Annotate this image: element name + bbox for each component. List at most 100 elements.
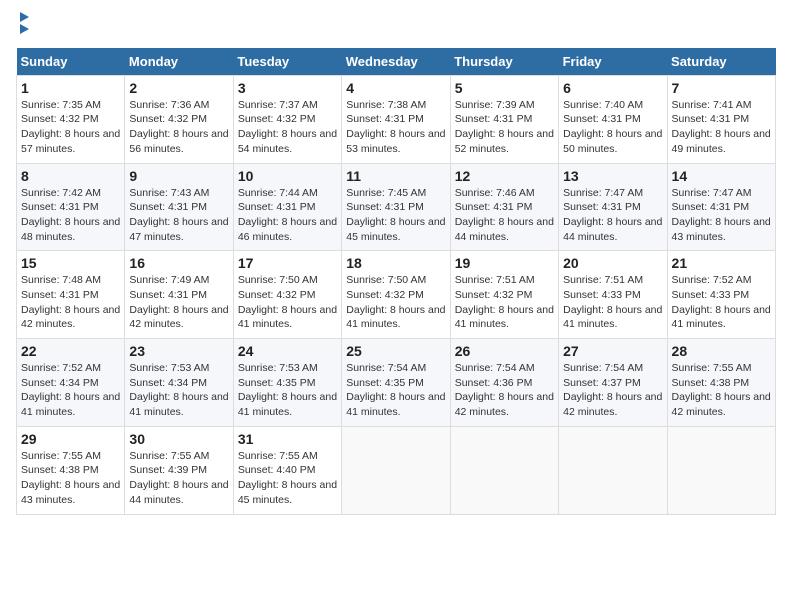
- day-number: 29: [21, 431, 120, 447]
- calendar-cell: 12 Sunrise: 7:46 AMSunset: 4:31 PMDaylig…: [450, 163, 558, 251]
- day-number: 11: [346, 168, 445, 184]
- calendar-week-2: 8 Sunrise: 7:42 AMSunset: 4:31 PMDayligh…: [17, 163, 776, 251]
- calendar-cell: 20 Sunrise: 7:51 AMSunset: 4:33 PMDaylig…: [559, 251, 667, 339]
- weekday-header-thursday: Thursday: [450, 48, 558, 76]
- day-number: 1: [21, 80, 120, 96]
- calendar-cell: 11 Sunrise: 7:45 AMSunset: 4:31 PMDaylig…: [342, 163, 450, 251]
- day-number: 16: [129, 255, 228, 271]
- calendar-cell: 27 Sunrise: 7:54 AMSunset: 4:37 PMDaylig…: [559, 339, 667, 427]
- weekday-header-friday: Friday: [559, 48, 667, 76]
- day-number: 23: [129, 343, 228, 359]
- day-number: 24: [238, 343, 337, 359]
- day-detail: Sunrise: 7:53 AMSunset: 4:34 PMDaylight:…: [129, 361, 228, 420]
- day-detail: Sunrise: 7:43 AMSunset: 4:31 PMDaylight:…: [129, 186, 228, 245]
- calendar-cell: 23 Sunrise: 7:53 AMSunset: 4:34 PMDaylig…: [125, 339, 233, 427]
- day-number: 19: [455, 255, 554, 271]
- day-number: 5: [455, 80, 554, 96]
- weekday-header-wednesday: Wednesday: [342, 48, 450, 76]
- day-number: 30: [129, 431, 228, 447]
- day-number: 8: [21, 168, 120, 184]
- calendar-cell: 10 Sunrise: 7:44 AMSunset: 4:31 PMDaylig…: [233, 163, 341, 251]
- day-detail: Sunrise: 7:36 AMSunset: 4:32 PMDaylight:…: [129, 98, 228, 157]
- day-detail: Sunrise: 7:38 AMSunset: 4:31 PMDaylight:…: [346, 98, 445, 157]
- day-number: 20: [563, 255, 662, 271]
- calendar-cell: 4 Sunrise: 7:38 AMSunset: 4:31 PMDayligh…: [342, 75, 450, 163]
- calendar-cell: 18 Sunrise: 7:50 AMSunset: 4:32 PMDaylig…: [342, 251, 450, 339]
- day-detail: Sunrise: 7:54 AMSunset: 4:37 PMDaylight:…: [563, 361, 662, 420]
- day-number: 12: [455, 168, 554, 184]
- day-detail: Sunrise: 7:54 AMSunset: 4:36 PMDaylight:…: [455, 361, 554, 420]
- day-detail: Sunrise: 7:47 AMSunset: 4:31 PMDaylight:…: [672, 186, 771, 245]
- day-number: 15: [21, 255, 120, 271]
- calendar-cell: 19 Sunrise: 7:51 AMSunset: 4:32 PMDaylig…: [450, 251, 558, 339]
- calendar-cell: 21 Sunrise: 7:52 AMSunset: 4:33 PMDaylig…: [667, 251, 775, 339]
- logo: [16, 16, 29, 36]
- calendar-cell: 6 Sunrise: 7:40 AMSunset: 4:31 PMDayligh…: [559, 75, 667, 163]
- day-number: 2: [129, 80, 228, 96]
- day-number: 26: [455, 343, 554, 359]
- calendar-cell: [559, 426, 667, 514]
- weekday-header-saturday: Saturday: [667, 48, 775, 76]
- day-detail: Sunrise: 7:40 AMSunset: 4:31 PMDaylight:…: [563, 98, 662, 157]
- day-number: 28: [672, 343, 771, 359]
- day-number: 10: [238, 168, 337, 184]
- day-detail: Sunrise: 7:49 AMSunset: 4:31 PMDaylight:…: [129, 273, 228, 332]
- day-detail: Sunrise: 7:50 AMSunset: 4:32 PMDaylight:…: [238, 273, 337, 332]
- day-detail: Sunrise: 7:54 AMSunset: 4:35 PMDaylight:…: [346, 361, 445, 420]
- calendar-cell: 13 Sunrise: 7:47 AMSunset: 4:31 PMDaylig…: [559, 163, 667, 251]
- calendar-cell: 3 Sunrise: 7:37 AMSunset: 4:32 PMDayligh…: [233, 75, 341, 163]
- calendar-cell: 31 Sunrise: 7:55 AMSunset: 4:40 PMDaylig…: [233, 426, 341, 514]
- day-number: 27: [563, 343, 662, 359]
- day-detail: Sunrise: 7:48 AMSunset: 4:31 PMDaylight:…: [21, 273, 120, 332]
- calendar-cell: [450, 426, 558, 514]
- day-detail: Sunrise: 7:55 AMSunset: 4:39 PMDaylight:…: [129, 449, 228, 508]
- day-detail: Sunrise: 7:51 AMSunset: 4:33 PMDaylight:…: [563, 273, 662, 332]
- day-detail: Sunrise: 7:55 AMSunset: 4:38 PMDaylight:…: [672, 361, 771, 420]
- calendar-cell: 1 Sunrise: 7:35 AMSunset: 4:32 PMDayligh…: [17, 75, 125, 163]
- calendar-cell: 29 Sunrise: 7:55 AMSunset: 4:38 PMDaylig…: [17, 426, 125, 514]
- weekday-header-sunday: Sunday: [17, 48, 125, 76]
- day-detail: Sunrise: 7:51 AMSunset: 4:32 PMDaylight:…: [455, 273, 554, 332]
- day-detail: Sunrise: 7:55 AMSunset: 4:38 PMDaylight:…: [21, 449, 120, 508]
- day-detail: Sunrise: 7:52 AMSunset: 4:33 PMDaylight:…: [672, 273, 771, 332]
- day-number: 18: [346, 255, 445, 271]
- calendar-cell: 26 Sunrise: 7:54 AMSunset: 4:36 PMDaylig…: [450, 339, 558, 427]
- day-detail: Sunrise: 7:50 AMSunset: 4:32 PMDaylight:…: [346, 273, 445, 332]
- day-number: 3: [238, 80, 337, 96]
- day-number: 17: [238, 255, 337, 271]
- calendar-cell: 14 Sunrise: 7:47 AMSunset: 4:31 PMDaylig…: [667, 163, 775, 251]
- weekday-header-monday: Monday: [125, 48, 233, 76]
- day-number: 31: [238, 431, 337, 447]
- day-detail: Sunrise: 7:46 AMSunset: 4:31 PMDaylight:…: [455, 186, 554, 245]
- day-detail: Sunrise: 7:55 AMSunset: 4:40 PMDaylight:…: [238, 449, 337, 508]
- day-detail: Sunrise: 7:53 AMSunset: 4:35 PMDaylight:…: [238, 361, 337, 420]
- day-detail: Sunrise: 7:45 AMSunset: 4:31 PMDaylight:…: [346, 186, 445, 245]
- day-detail: Sunrise: 7:47 AMSunset: 4:31 PMDaylight:…: [563, 186, 662, 245]
- calendar-cell: 15 Sunrise: 7:48 AMSunset: 4:31 PMDaylig…: [17, 251, 125, 339]
- calendar-week-5: 29 Sunrise: 7:55 AMSunset: 4:38 PMDaylig…: [17, 426, 776, 514]
- calendar-cell: 9 Sunrise: 7:43 AMSunset: 4:31 PMDayligh…: [125, 163, 233, 251]
- calendar-cell: 7 Sunrise: 7:41 AMSunset: 4:31 PMDayligh…: [667, 75, 775, 163]
- calendar-cell: 24 Sunrise: 7:53 AMSunset: 4:35 PMDaylig…: [233, 339, 341, 427]
- calendar-cell: 2 Sunrise: 7:36 AMSunset: 4:32 PMDayligh…: [125, 75, 233, 163]
- calendar-cell: 30 Sunrise: 7:55 AMSunset: 4:39 PMDaylig…: [125, 426, 233, 514]
- day-detail: Sunrise: 7:39 AMSunset: 4:31 PMDaylight:…: [455, 98, 554, 157]
- calendar-cell: 8 Sunrise: 7:42 AMSunset: 4:31 PMDayligh…: [17, 163, 125, 251]
- day-number: 14: [672, 168, 771, 184]
- calendar-cell: 22 Sunrise: 7:52 AMSunset: 4:34 PMDaylig…: [17, 339, 125, 427]
- calendar-cell: [342, 426, 450, 514]
- day-number: 6: [563, 80, 662, 96]
- day-detail: Sunrise: 7:37 AMSunset: 4:32 PMDaylight:…: [238, 98, 337, 157]
- day-number: 9: [129, 168, 228, 184]
- calendar-week-1: 1 Sunrise: 7:35 AMSunset: 4:32 PMDayligh…: [17, 75, 776, 163]
- calendar-cell: 17 Sunrise: 7:50 AMSunset: 4:32 PMDaylig…: [233, 251, 341, 339]
- calendar-table: SundayMondayTuesdayWednesdayThursdayFrid…: [16, 48, 776, 515]
- calendar-cell: [667, 426, 775, 514]
- calendar-cell: 25 Sunrise: 7:54 AMSunset: 4:35 PMDaylig…: [342, 339, 450, 427]
- day-number: 13: [563, 168, 662, 184]
- calendar-week-4: 22 Sunrise: 7:52 AMSunset: 4:34 PMDaylig…: [17, 339, 776, 427]
- calendar-cell: 28 Sunrise: 7:55 AMSunset: 4:38 PMDaylig…: [667, 339, 775, 427]
- day-detail: Sunrise: 7:42 AMSunset: 4:31 PMDaylight:…: [21, 186, 120, 245]
- day-detail: Sunrise: 7:41 AMSunset: 4:31 PMDaylight:…: [672, 98, 771, 157]
- day-detail: Sunrise: 7:44 AMSunset: 4:31 PMDaylight:…: [238, 186, 337, 245]
